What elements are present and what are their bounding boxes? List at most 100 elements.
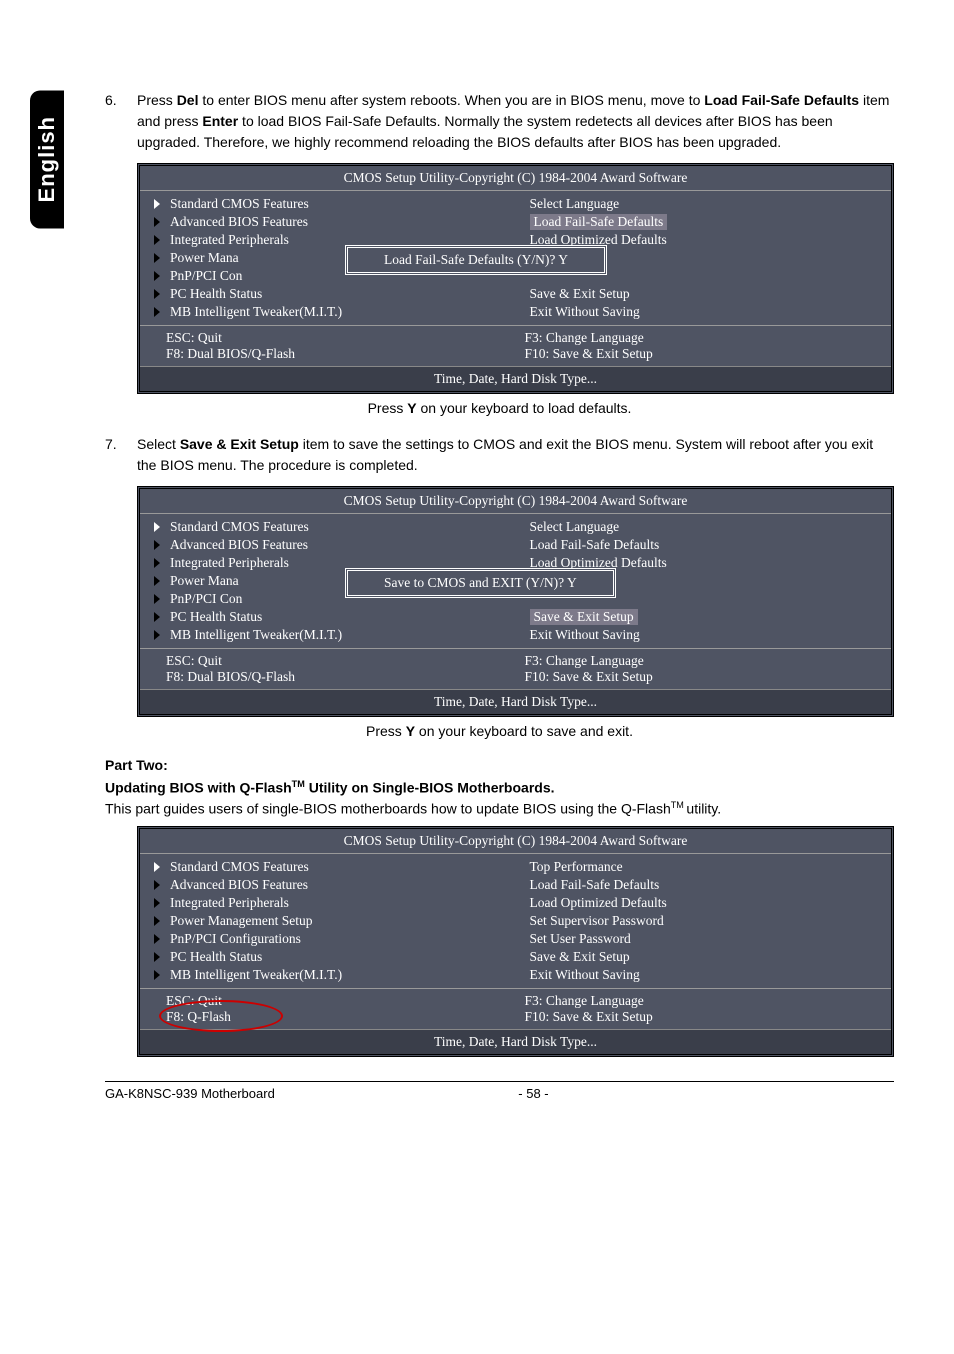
menu-item[interactable]: Select Language bbox=[530, 518, 884, 536]
hint-f10: F10: Save & Exit Setup bbox=[525, 669, 884, 685]
page-footer: GA-K8NSC-939 Motherboard - 58 - bbox=[105, 1081, 894, 1101]
arrow-icon bbox=[154, 540, 160, 550]
bios-footer: ESC: Quit F8: Q-Flash F3: Change Languag… bbox=[140, 989, 891, 1029]
text: on your keyboard to load defaults. bbox=[417, 400, 632, 416]
menu-item[interactable]: Advanced BIOS Features bbox=[154, 213, 508, 231]
label: Save & Exit Setup bbox=[530, 286, 630, 302]
hint-esc: ESC: Quit bbox=[166, 330, 525, 346]
bios-help-line: Time, Date, Hard Disk Type... bbox=[140, 366, 891, 391]
menu-item[interactable]: Set User Password bbox=[530, 930, 884, 948]
menu-item[interactable]: Load Optimized Defaults bbox=[530, 894, 884, 912]
text: This part guides users of single-BIOS mo… bbox=[105, 800, 671, 816]
label: PnP/PCI Configurations bbox=[170, 931, 301, 947]
menu-item[interactable]: PC Health Status bbox=[154, 285, 508, 303]
confirm-dialog[interactable]: Load Fail-Safe Defaults (Y/N)? Y bbox=[345, 245, 607, 275]
menu-item[interactable]: Standard CMOS Features bbox=[154, 858, 508, 876]
hint-esc: ESC: Quit bbox=[166, 653, 525, 669]
label: Integrated Peripherals bbox=[170, 232, 289, 248]
label: Load Fail-Safe Defaults bbox=[530, 214, 668, 230]
label: Select Language bbox=[530, 196, 620, 212]
arrow-icon bbox=[154, 952, 160, 962]
bios-footer: ESC: Quit F8: Dual BIOS/Q-Flash F3: Chan… bbox=[140, 649, 891, 689]
confirm-dialog[interactable]: Save to CMOS and EXIT (Y/N)? Y bbox=[345, 568, 616, 598]
label: PC Health Status bbox=[170, 609, 262, 625]
part-two-subheading: Updating BIOS with Q-FlashTM Utility on … bbox=[105, 779, 894, 796]
part-two-body: This part guides users of single-BIOS mo… bbox=[105, 800, 894, 817]
menu-item[interactable]: Save & Exit Setup bbox=[530, 285, 884, 303]
label: Standard CMOS Features bbox=[170, 859, 309, 875]
key-enter: Enter bbox=[202, 113, 238, 129]
label: Set Supervisor Password bbox=[530, 913, 664, 929]
hint-f3: F3: Change Language bbox=[525, 653, 884, 669]
bios-help-line: Time, Date, Hard Disk Type... bbox=[140, 1029, 891, 1054]
label: PnP/PCI Con bbox=[170, 268, 242, 284]
step-text: Press Del to enter BIOS menu after syste… bbox=[137, 90, 894, 153]
footer-page-number: - 58 - bbox=[518, 1086, 894, 1101]
label: PC Health Status bbox=[170, 949, 262, 965]
menu-item[interactable]: Exit Without Saving bbox=[530, 303, 884, 321]
label: Save & Exit Setup bbox=[530, 949, 630, 965]
step-text: Select Save & Exit Setup item to save th… bbox=[137, 434, 894, 476]
hint-f3: F3: Change Language bbox=[525, 993, 884, 1009]
label: Save & Exit Setup bbox=[530, 609, 638, 625]
menu-item-name: Save & Exit Setup bbox=[180, 436, 299, 452]
text: Utility on Single-BIOS Motherboards. bbox=[305, 780, 555, 796]
menu-item[interactable]: MB Intelligent Tweaker(M.I.T.) bbox=[154, 626, 508, 644]
menu-item[interactable]: Advanced BIOS Features bbox=[154, 876, 508, 894]
arrow-icon bbox=[154, 880, 160, 890]
step-number: 7. bbox=[105, 434, 137, 476]
key-y: Y bbox=[406, 723, 415, 739]
menu-item[interactable]: MB Intelligent Tweaker(M.I.T.) bbox=[154, 966, 508, 984]
text: utility. bbox=[686, 800, 721, 816]
hint-f10: F10: Save & Exit Setup bbox=[525, 1009, 884, 1025]
label: Integrated Peripherals bbox=[170, 555, 289, 571]
arrow-icon bbox=[154, 199, 160, 209]
language-tab: English bbox=[30, 90, 64, 228]
label: MB Intelligent Tweaker(M.I.T.) bbox=[170, 304, 342, 320]
hint-f8: F8: Dual BIOS/Q-Flash bbox=[166, 669, 525, 685]
step-7: 7. Select Save & Exit Setup item to save… bbox=[105, 434, 894, 476]
menu-item[interactable]: PnP/PCI Configurations bbox=[154, 930, 508, 948]
arrow-icon bbox=[154, 916, 160, 926]
menu-item[interactable]: Select Language bbox=[530, 195, 884, 213]
menu-item[interactable]: Exit Without Saving bbox=[530, 626, 884, 644]
menu-item[interactable]: Save & Exit Setup bbox=[530, 948, 884, 966]
hint-f10: F10: Save & Exit Setup bbox=[525, 346, 884, 362]
footer-product: GA-K8NSC-939 Motherboard bbox=[105, 1086, 518, 1101]
text: Press bbox=[368, 400, 408, 416]
key-del: Del bbox=[177, 92, 199, 108]
menu-item[interactable]: Exit Without Saving bbox=[530, 966, 884, 984]
menu-item[interactable]: Set Supervisor Password bbox=[530, 912, 884, 930]
caption: Press Y on your keyboard to load default… bbox=[105, 400, 894, 416]
menu-item[interactable]: Advanced BIOS Features bbox=[154, 536, 508, 554]
arrow-icon bbox=[154, 612, 160, 622]
part-two-heading: Part Two: bbox=[105, 757, 894, 773]
text: to load BIOS Fail-Safe Defaults. Normall… bbox=[137, 113, 833, 150]
menu-item[interactable]: Integrated Peripherals bbox=[154, 894, 508, 912]
bios-footer: ESC: Quit F8: Dual BIOS/Q-Flash F3: Chan… bbox=[140, 326, 891, 366]
arrow-icon bbox=[154, 594, 160, 604]
label: Load Optimized Defaults bbox=[530, 895, 667, 911]
trademark: TM bbox=[292, 779, 305, 789]
label: Power Management Setup bbox=[170, 913, 312, 929]
menu-item[interactable]: Load Fail-Safe Defaults bbox=[530, 536, 884, 554]
menu-item[interactable]: Load Fail-Safe Defaults bbox=[530, 876, 884, 894]
arrow-icon bbox=[154, 253, 160, 263]
menu-item[interactable]: PC Health Status bbox=[154, 608, 508, 626]
menu-item[interactable]: Standard CMOS Features bbox=[154, 518, 508, 536]
menu-item[interactable]: Top Performance bbox=[530, 858, 884, 876]
menu-item[interactable]: PC Health Status bbox=[154, 948, 508, 966]
menu-item-name: Load Fail-Safe Defaults bbox=[704, 92, 859, 108]
label: Exit Without Saving bbox=[530, 967, 640, 983]
arrow-icon bbox=[154, 558, 160, 568]
menu-item[interactable]: Power Management Setup bbox=[154, 912, 508, 930]
trademark: TM bbox=[671, 800, 687, 810]
menu-item[interactable]: MB Intelligent Tweaker(M.I.T.) bbox=[154, 303, 508, 321]
menu-item-selected[interactable]: Load Fail-Safe Defaults bbox=[530, 213, 884, 231]
menu-item[interactable]: Standard CMOS Features bbox=[154, 195, 508, 213]
arrow-icon bbox=[154, 630, 160, 640]
text: to enter BIOS menu after system reboots.… bbox=[198, 92, 704, 108]
label: Set User Password bbox=[530, 931, 631, 947]
menu-item-selected[interactable]: Save & Exit Setup bbox=[530, 608, 884, 626]
text: on your keyboard to save and exit. bbox=[415, 723, 633, 739]
